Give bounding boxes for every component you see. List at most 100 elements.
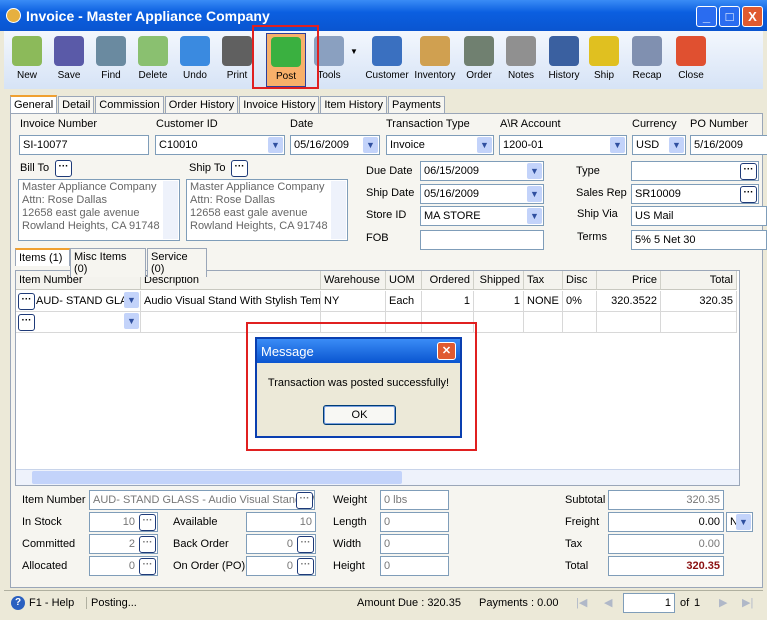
last-page-icon[interactable]: ▶| [742, 596, 753, 609]
new-item-dropdown-icon[interactable]: ▼ [124, 313, 139, 329]
toolbar-close-button[interactable]: Close [670, 33, 712, 87]
committed-value[interactable]: 2 ··· [89, 534, 158, 554]
next-page-icon[interactable]: ▶ [719, 596, 727, 609]
length-value[interactable]: 0 [380, 512, 449, 532]
prev-page-icon[interactable]: ◀ [604, 596, 612, 609]
tab-payments[interactable]: Payments [388, 96, 445, 113]
bill-to-address[interactable]: Master Appliance Company Attn: Rose Dalla… [18, 179, 180, 241]
item-number-display-browse-button[interactable]: ··· [296, 492, 313, 509]
maximize-button[interactable]: □ [719, 6, 740, 27]
toolbar-inventory-button[interactable]: Inventory [412, 33, 458, 87]
invoice-number-input[interactable]: SI-10077 [19, 135, 149, 155]
type-input-browse-button[interactable]: ··· [740, 163, 757, 180]
date-picker[interactable]: 05/16/2009 ▼ [290, 135, 380, 155]
tab-service[interactable]: Service (0) [147, 248, 207, 277]
first-page-icon[interactable]: |◀ [576, 596, 587, 609]
grid-cell-tax[interactable]: NONE [524, 291, 563, 312]
toolbar-save-button[interactable]: Save [50, 33, 88, 87]
freight-option-select[interactable]: N ▼ [726, 512, 753, 532]
grid-new-row-cell[interactable] [474, 312, 524, 333]
grid-cell-uom[interactable]: Each [386, 291, 422, 312]
ar-account-select-dropdown-icon[interactable]: ▼ [610, 137, 625, 153]
on-order-value[interactable]: 0 ··· [246, 556, 316, 576]
in-stock-value[interactable]: 10 ··· [89, 512, 158, 532]
grid-cell-description[interactable]: Audio Visual Stand With Stylish Temp [141, 291, 321, 312]
type-input[interactable]: ··· [631, 161, 759, 181]
committed-value-browse-button[interactable]: ··· [139, 536, 156, 553]
tab-invoice-history[interactable]: Invoice History [239, 96, 320, 113]
grid-new-row-cell[interactable] [661, 312, 737, 333]
scrollbar-thumb[interactable] [32, 471, 402, 484]
grid-cell-shipped[interactable]: 1 [474, 291, 524, 312]
grid-cell-ordered[interactable]: 1 [422, 291, 474, 312]
grid-new-row-cell[interactable] [597, 312, 661, 333]
minimize-button[interactable]: _ [696, 6, 717, 27]
store-id-select-dropdown-icon[interactable]: ▼ [527, 208, 542, 224]
tab-items[interactable]: Items (1) [15, 248, 70, 266]
grid-cell-warehouse[interactable]: NY [321, 291, 386, 312]
tax-value[interactable]: 0.00 [608, 534, 724, 554]
item-number-display[interactable]: AUD- STAND GLASS - Audio Visual Stand W ·… [89, 490, 315, 510]
due-date-picker[interactable]: 06/15/2009 ▼ [420, 161, 544, 181]
grid-new-row-cell[interactable] [524, 312, 563, 333]
grid-cell-item-number[interactable]: AUD- STAND GLAS ··· ▼ [16, 291, 141, 312]
fob-input[interactable] [420, 230, 544, 250]
column-header-uom[interactable]: UOM [386, 271, 422, 290]
on-order-value-browse-button[interactable]: ··· [297, 558, 314, 575]
transaction-type-select-dropdown-icon[interactable]: ▼ [477, 137, 492, 153]
column-header-ordered[interactable]: Ordered [422, 271, 474, 290]
grid-cell-total[interactable]: 320.35 [661, 291, 737, 312]
due-date-picker-dropdown-icon[interactable]: ▼ [527, 163, 542, 179]
weight-value[interactable]: 0 lbs [380, 490, 449, 510]
page-input[interactable]: 1 [623, 593, 675, 613]
available-value[interactable]: 10 [246, 512, 316, 532]
toolbar-print-button[interactable]: Print [218, 33, 256, 87]
back-order-value-browse-button[interactable]: ··· [297, 536, 314, 553]
total-value[interactable]: 320.35 [608, 556, 724, 576]
toolbar-new-button[interactable]: New [8, 33, 46, 87]
column-header-price[interactable]: Price [597, 271, 661, 290]
customer-id-select[interactable]: C10010 ▼ [155, 135, 285, 155]
subtotal-value[interactable]: 320.35 [608, 490, 724, 510]
toolbar-undo-button[interactable]: Undo [176, 33, 214, 87]
bill-to-browse-button[interactable]: ··· [55, 160, 72, 177]
tab-general[interactable]: General [10, 95, 58, 113]
item-dropdown-icon[interactable]: ▼ [124, 292, 139, 308]
sales-rep-input[interactable]: SR10009 ··· [631, 184, 759, 204]
customer-id-select-dropdown-icon[interactable]: ▼ [268, 137, 283, 153]
column-header-total[interactable]: Total [661, 271, 737, 290]
freight-option-select-dropdown-icon[interactable]: ▼ [736, 514, 751, 530]
transaction-type-select[interactable]: Invoice ▼ [386, 135, 494, 155]
ship-to-address[interactable]: Master Appliance Company Attn: Rose Dalla… [186, 179, 348, 241]
grid-cell-disc[interactable]: 0% [563, 291, 597, 312]
ok-button[interactable]: OK [323, 405, 396, 425]
tab-item-history[interactable]: Item History [320, 96, 388, 113]
address-scrollbar[interactable] [163, 181, 178, 239]
new-item-browse-button[interactable]: ··· [18, 314, 35, 331]
po-number-input[interactable]: 5/16/2009 [690, 135, 767, 155]
tab-order-history[interactable]: Order History [164, 96, 239, 113]
terms-input[interactable]: 5% 5 Net 30 [631, 230, 767, 250]
height-value[interactable]: 0 [380, 556, 449, 576]
ship-via-input[interactable]: US Mail [631, 206, 767, 226]
width-value[interactable]: 0 [380, 534, 449, 554]
toolbar-ship-button[interactable]: Ship [586, 33, 622, 87]
in-stock-value-browse-button[interactable]: ··· [139, 514, 156, 531]
column-header-disc[interactable]: Disc [563, 271, 597, 290]
ar-account-select[interactable]: 1200-01 ▼ [499, 135, 627, 155]
toolbar-recap-button[interactable]: Recap [626, 33, 668, 87]
store-id-select[interactable]: MA STORE ▼ [420, 206, 544, 226]
ship-to-browse-button[interactable]: ··· [231, 160, 248, 177]
allocated-value-browse-button[interactable]: ··· [139, 558, 156, 575]
grid-cell-price[interactable]: 320.3522 [597, 291, 661, 312]
toolbar-find-button[interactable]: Find [92, 33, 130, 87]
currency-select[interactable]: USD ▼ [632, 135, 686, 155]
tab-detail[interactable]: Detail [58, 96, 95, 113]
back-order-value[interactable]: 0 ··· [246, 534, 316, 554]
allocated-value[interactable]: 0 ··· [89, 556, 158, 576]
tab-commission[interactable]: Commission [95, 96, 164, 113]
toolbar-customer-button[interactable]: Customer [364, 33, 410, 87]
horizontal-scrollbar[interactable] [16, 469, 739, 485]
ship-date-picker-dropdown-icon[interactable]: ▼ [527, 186, 542, 202]
freight-value[interactable]: 0.00 [608, 512, 724, 532]
